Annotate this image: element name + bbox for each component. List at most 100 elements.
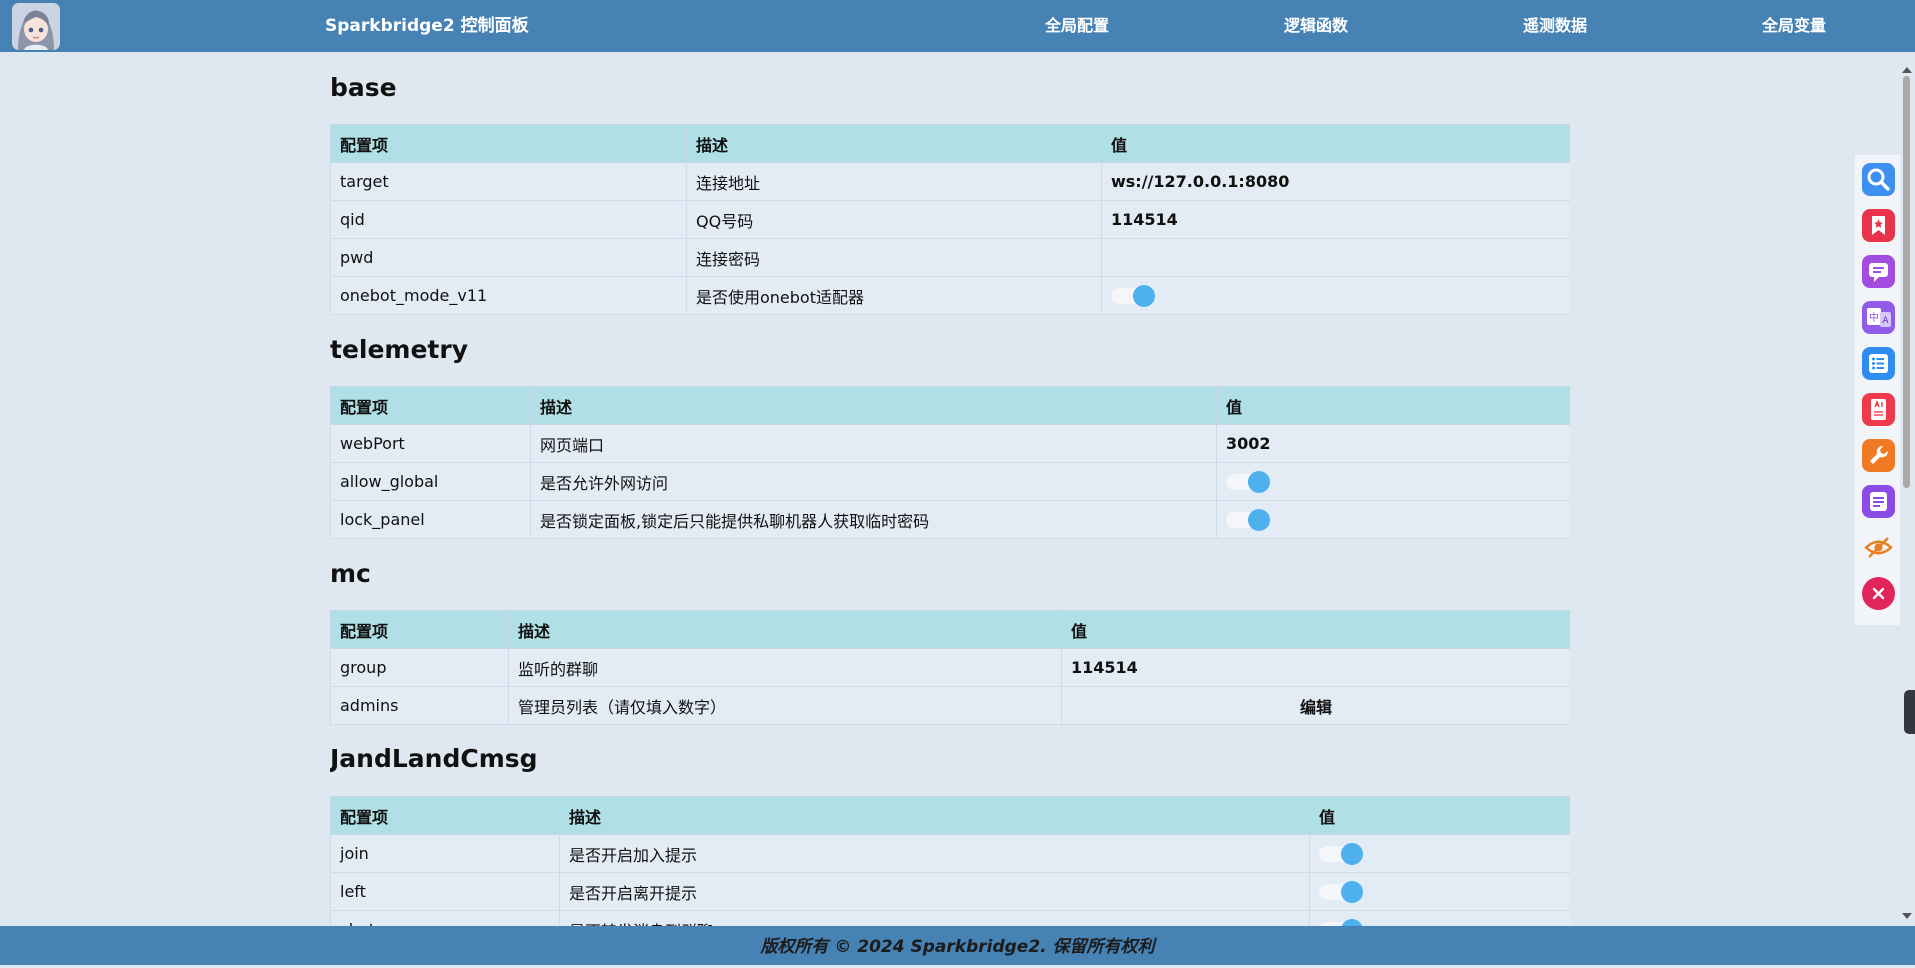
join-toggle[interactable]: [1319, 842, 1363, 865]
config-key: join: [330, 834, 560, 873]
toggle-knob: [1341, 842, 1363, 865]
config-table-mc: 配置项 描述 值 group 监听的群聊 114514 admins 管理员列表…: [330, 610, 1570, 725]
config-desc: 是否转发消息到群聊: [559, 910, 1310, 926]
toggle-knob: [1341, 918, 1363, 926]
footer: 版权所有 © 2024 Sparkbridge2. 保留所有权利: [0, 926, 1915, 965]
toggle-knob: [1341, 880, 1363, 903]
config-key: lock_panel: [330, 500, 531, 539]
pwd-value[interactable]: [1101, 238, 1570, 277]
config-desc: 是否开启离开提示: [559, 872, 1310, 911]
nav-logic-functions[interactable]: 逻辑函数: [1284, 0, 1348, 52]
section-title-mc: mc: [330, 559, 371, 588]
config-desc: 是否允许外网访问: [530, 462, 1217, 501]
table-row: chat 是否转发消息到群聊: [330, 910, 1570, 926]
scroll-down-arrow-icon[interactable]: [1902, 913, 1912, 919]
config-desc: 是否使用onebot适配器: [686, 276, 1102, 315]
toggle-cell: [1309, 834, 1570, 873]
toggle-knob: [1248, 470, 1270, 493]
table-row: target 连接地址 ws://127.0.0.1:8080: [330, 162, 1570, 201]
onebot-mode-toggle[interactable]: [1111, 284, 1155, 307]
table-row: allow_global 是否允许外网访问: [330, 462, 1570, 501]
left-toggle[interactable]: [1319, 880, 1363, 903]
edit-admins-button[interactable]: 编辑: [1061, 686, 1570, 725]
config-table-jandlandcmsg: 配置项 描述 值 join 是否开启加入提示 left 是否开启离开提示 cha…: [330, 796, 1570, 926]
search-icon[interactable]: [1862, 163, 1895, 196]
wrench-icon[interactable]: [1862, 439, 1895, 472]
table-row: qid QQ号码 114514: [330, 200, 1570, 239]
table-row: join 是否开启加入提示: [330, 834, 1570, 873]
group-value[interactable]: 114514: [1061, 648, 1570, 687]
column-header-desc: 描述: [508, 610, 1062, 649]
avatar[interactable]: [12, 3, 60, 50]
column-header-value: 值: [1061, 610, 1570, 649]
toggle-cell: [1216, 500, 1570, 539]
toggle-cell: [1309, 910, 1570, 926]
qid-value[interactable]: 114514: [1101, 200, 1570, 239]
section-title-telemetry: telemetry: [330, 335, 469, 364]
comment-icon[interactable]: [1862, 255, 1895, 288]
hide-icon[interactable]: [1862, 531, 1895, 564]
target-value[interactable]: ws://127.0.0.1:8080: [1101, 162, 1570, 201]
web-port-value[interactable]: 3002: [1216, 424, 1570, 463]
ai-icon[interactable]: [1862, 393, 1895, 426]
table-row: onebot_mode_v11 是否使用onebot适配器: [330, 276, 1570, 315]
column-header-key: 配置项: [330, 796, 560, 835]
side-toolbar: 中A: [1855, 155, 1900, 625]
table-header-row: 配置项 描述 值: [330, 386, 1570, 425]
config-desc: 网页端口: [530, 424, 1217, 463]
top-nav-bar: Sparkbridge2 控制面板 全局配置 逻辑函数 遥测数据 全局变量: [0, 0, 1915, 52]
config-desc: 是否锁定面板,锁定后只能提供私聊机器人获取临时密码: [530, 500, 1217, 539]
bookmark-icon[interactable]: [1862, 209, 1895, 242]
svg-text:A: A: [1882, 316, 1889, 326]
toggle-knob: [1248, 508, 1270, 531]
config-key: pwd: [330, 238, 687, 277]
config-key: admins: [330, 686, 509, 725]
lock-panel-toggle[interactable]: [1226, 508, 1270, 531]
config-desc: 连接密码: [686, 238, 1102, 277]
config-key: qid: [330, 200, 687, 239]
notes-icon[interactable]: [1862, 485, 1895, 518]
scroll-up-arrow-icon[interactable]: [1902, 67, 1912, 73]
toggle-cell: [1309, 872, 1570, 911]
section-title-jandlandcmsg: JandLandCmsg: [330, 744, 538, 773]
table-row: lock_panel 是否锁定面板,锁定后只能提供私聊机器人获取临时密码: [330, 500, 1570, 539]
column-header-key: 配置项: [330, 124, 687, 163]
config-key: left: [330, 872, 560, 911]
column-header-desc: 描述: [686, 124, 1102, 163]
config-key: onebot_mode_v11: [330, 276, 687, 315]
config-key: allow_global: [330, 462, 531, 501]
column-header-key: 配置项: [330, 610, 509, 649]
config-desc: 管理员列表（请仅填入数字）: [508, 686, 1062, 725]
config-desc: 监听的群聊: [508, 648, 1062, 687]
column-header-value: 值: [1101, 124, 1570, 163]
config-key: chat: [330, 910, 560, 926]
config-content: base 配置项 描述 值 target 连接地址 ws://127.0.0.1…: [330, 52, 1570, 926]
config-table-base: 配置项 描述 值 target 连接地址 ws://127.0.0.1:8080…: [330, 124, 1570, 315]
app-title: Sparkbridge2 控制面板: [325, 16, 529, 36]
scroll-thumb[interactable]: [1903, 76, 1910, 488]
column-header-value: 值: [1309, 796, 1570, 835]
config-key: target: [330, 162, 687, 201]
translate-icon[interactable]: 中A: [1862, 301, 1895, 334]
toggle-cell: [1101, 276, 1570, 315]
nav-telemetry-data[interactable]: 遥测数据: [1523, 0, 1587, 52]
allow-global-toggle[interactable]: [1226, 470, 1270, 493]
nav-global-config[interactable]: 全局配置: [1045, 0, 1109, 52]
toggle-cell: [1216, 462, 1570, 501]
toggle-knob: [1133, 284, 1155, 307]
svg-text:中: 中: [1869, 311, 1879, 324]
chat-toggle[interactable]: [1319, 918, 1363, 926]
vertical-scrollbar[interactable]: [1900, 67, 1913, 922]
close-icon[interactable]: [1862, 577, 1895, 610]
column-header-desc: 描述: [559, 796, 1310, 835]
table-header-row: 配置项 描述 值: [330, 124, 1570, 163]
table-row: group 监听的群聊 114514: [330, 648, 1570, 687]
nav-global-variables[interactable]: 全局变量: [1762, 0, 1826, 52]
table-header-row: 配置项 描述 值: [330, 796, 1570, 835]
column-header-value: 值: [1216, 386, 1570, 425]
config-desc: 连接地址: [686, 162, 1102, 201]
config-key: group: [330, 648, 509, 687]
list-icon[interactable]: [1862, 347, 1895, 380]
column-header-desc: 描述: [530, 386, 1217, 425]
section-title-base: base: [330, 73, 397, 102]
